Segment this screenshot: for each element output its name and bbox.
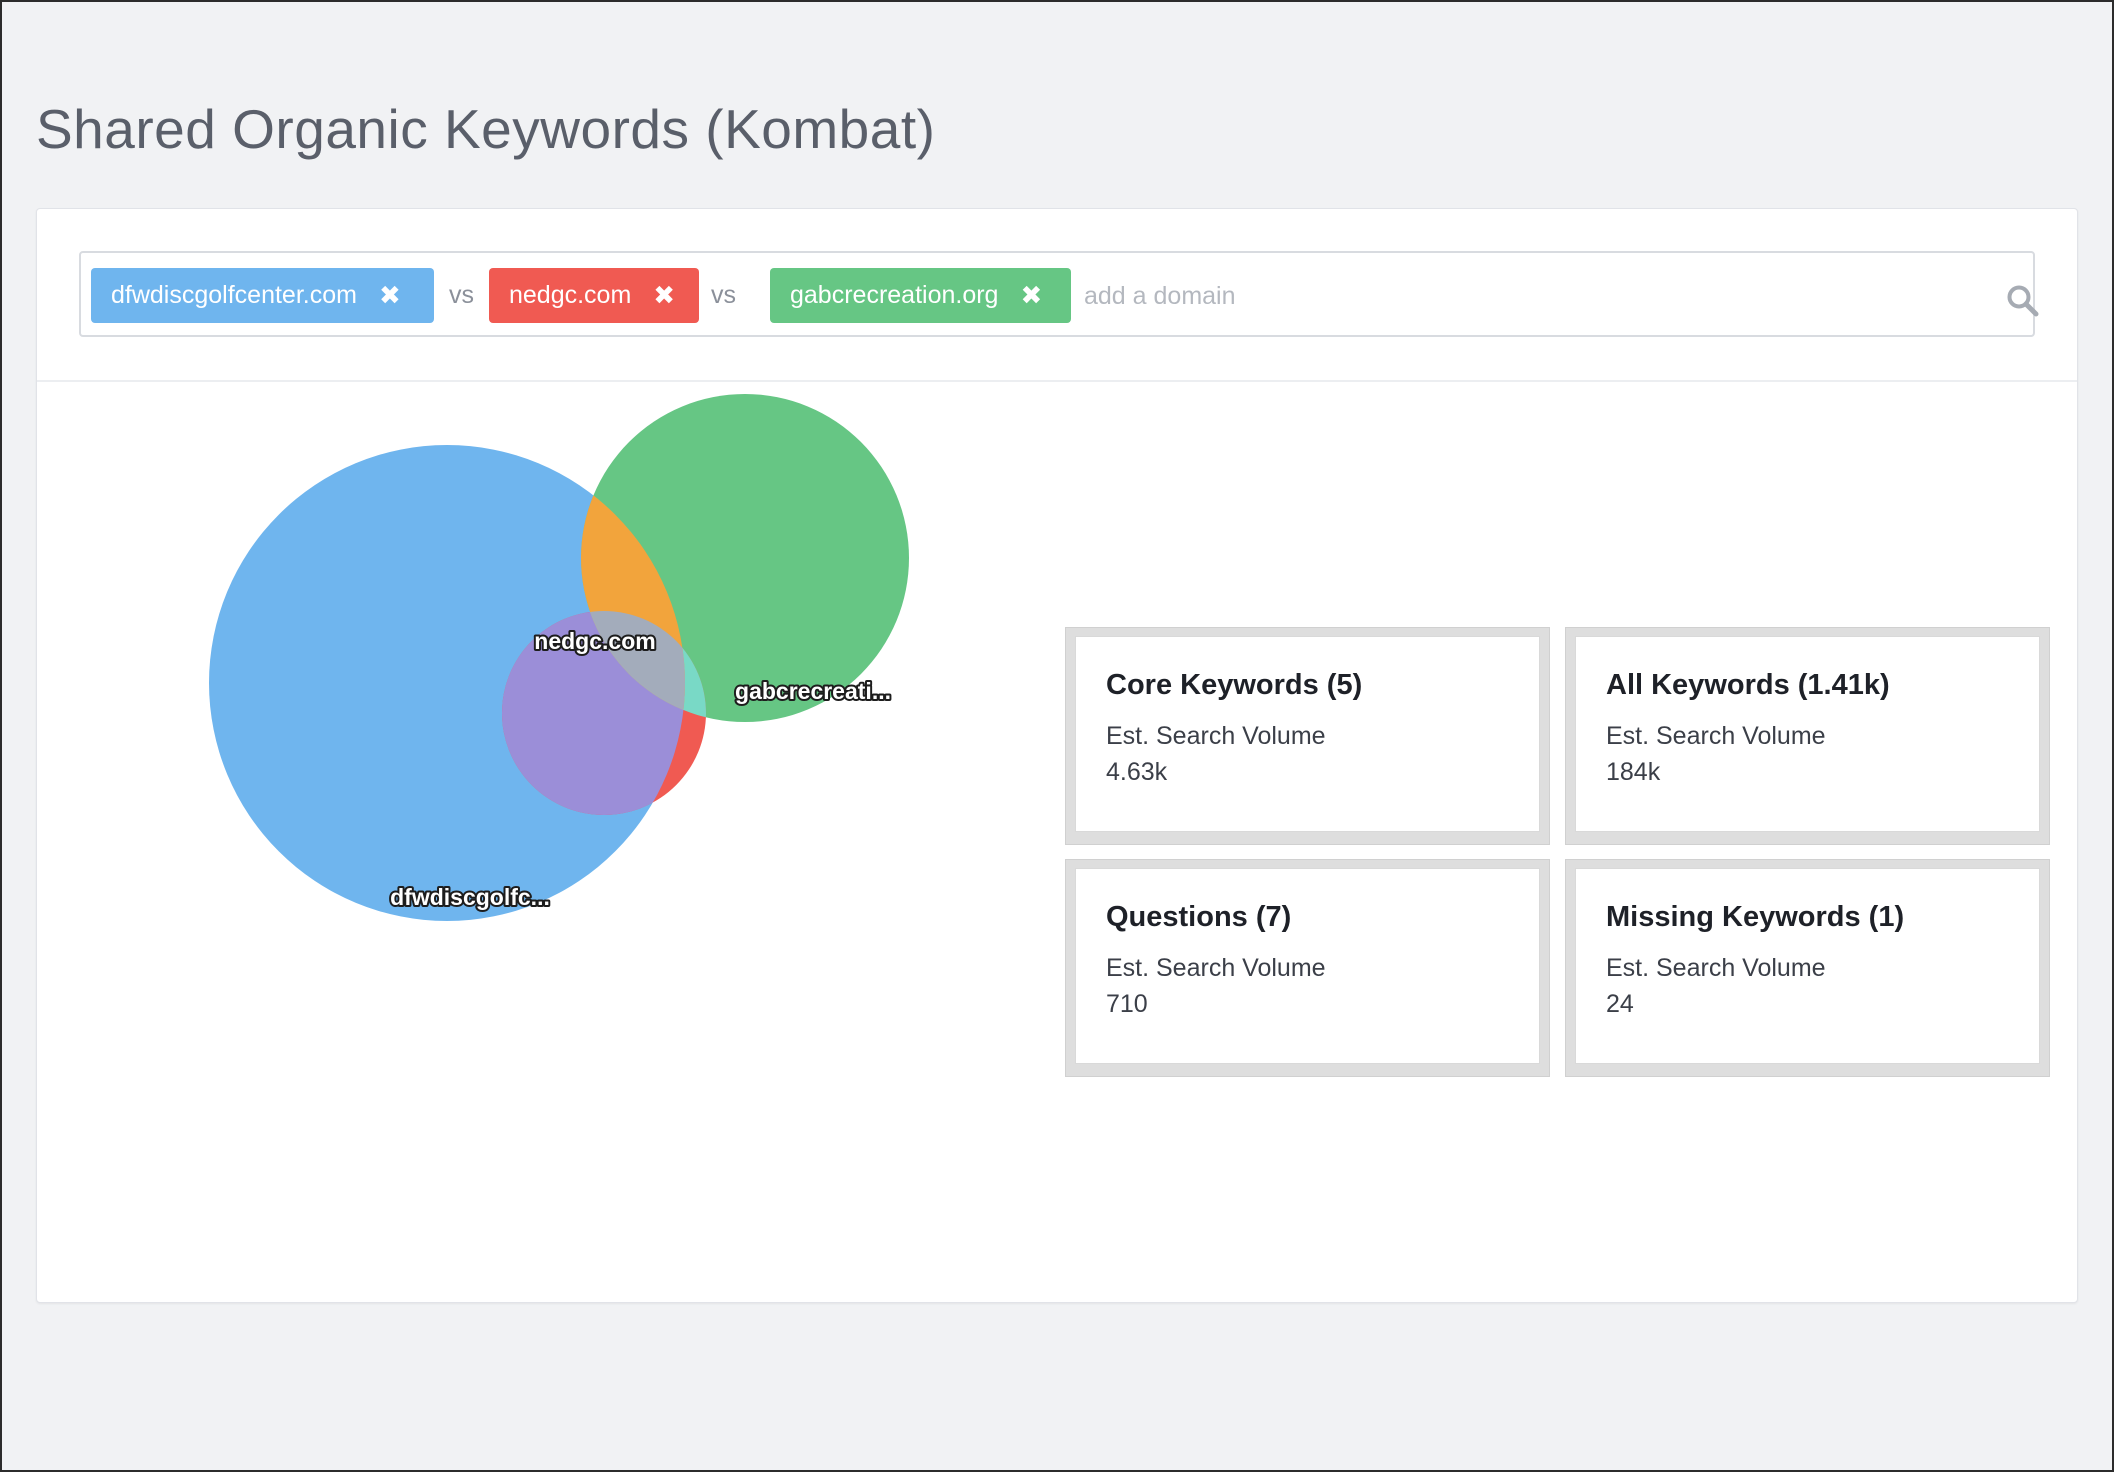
stat-subtitle: Est. Search Volume (1106, 722, 1326, 750)
remove-domain-icon[interactable]: ✖ (1020, 268, 1042, 323)
questions-card[interactable]: Questions (7) Est. Search Volume 710 (1065, 859, 1550, 1077)
domain-chip-label: gabcrecreation.org (790, 281, 999, 309)
stat-title: Questions (7) (1106, 901, 1292, 933)
stat-card-inner: Questions (7) Est. Search Volume 710 (1075, 868, 1540, 1064)
all-keywords-card[interactable]: All Keywords (1.41k) Est. Search Volume … (1565, 627, 2050, 845)
core-keywords-card[interactable]: Core Keywords (5) Est. Search Volume 4.6… (1065, 627, 1550, 845)
venn-label-gabcrecreation: gabcrecreati... (735, 678, 891, 704)
stat-card-inner: All Keywords (1.41k) Est. Search Volume … (1575, 636, 2040, 832)
domain-chip-label: dfwdiscgolfcenter.com (111, 281, 357, 309)
venn-diagram: nedgc.com gabcrecreati... dfwdiscgolfc..… (209, 394, 909, 921)
venn-label-dfwdiscgolfcenter: dfwdiscgolfc... (390, 884, 550, 910)
add-domain-input[interactable] (1084, 271, 1884, 321)
domain-chip-label: nedgc.com (509, 281, 632, 309)
stat-title: Core Keywords (5) (1106, 669, 1363, 701)
stat-subtitle: Est. Search Volume (1106, 954, 1326, 982)
stat-title: Missing Keywords (1) (1606, 901, 1905, 933)
page-title: Shared Organic Keywords (Kombat) (36, 98, 936, 160)
vs-separator: vs (449, 281, 474, 309)
domain-chip-gabcrecreation: gabcrecreation.org ✖ (770, 268, 1071, 323)
remove-domain-icon[interactable]: ✖ (379, 268, 401, 323)
stat-value: 184k (1606, 758, 1661, 786)
stat-value: 4.63k (1106, 758, 1168, 786)
venn-label-nedgc: nedgc.com (534, 628, 655, 654)
stat-value: 710 (1106, 990, 1148, 1018)
stat-subtitle: Est. Search Volume (1606, 722, 1826, 750)
domain-chip-nedgc: nedgc.com ✖ (489, 268, 699, 323)
vs-separator: vs (711, 281, 736, 309)
missing-keywords-card[interactable]: Missing Keywords (1) Est. Search Volume … (1565, 859, 2050, 1077)
stat-subtitle: Est. Search Volume (1606, 954, 1826, 982)
remove-domain-icon[interactable]: ✖ (653, 268, 675, 323)
stat-card-inner: Core Keywords (5) Est. Search Volume 4.6… (1075, 636, 1540, 832)
comparison-card: dfwdiscgolfcenter.com ✖ vs nedgc.com ✖ v… (36, 208, 2078, 1303)
domain-search-bar[interactable]: dfwdiscgolfcenter.com ✖ vs nedgc.com ✖ v… (79, 251, 2039, 337)
stat-value: 24 (1606, 990, 1634, 1018)
search-icon[interactable] (2005, 283, 2041, 319)
domain-chip-dfwdiscgolfcenter: dfwdiscgolfcenter.com ✖ (91, 268, 434, 323)
stat-title: All Keywords (1.41k) (1606, 669, 1890, 701)
stat-card-inner: Missing Keywords (1) Est. Search Volume … (1575, 868, 2040, 1064)
